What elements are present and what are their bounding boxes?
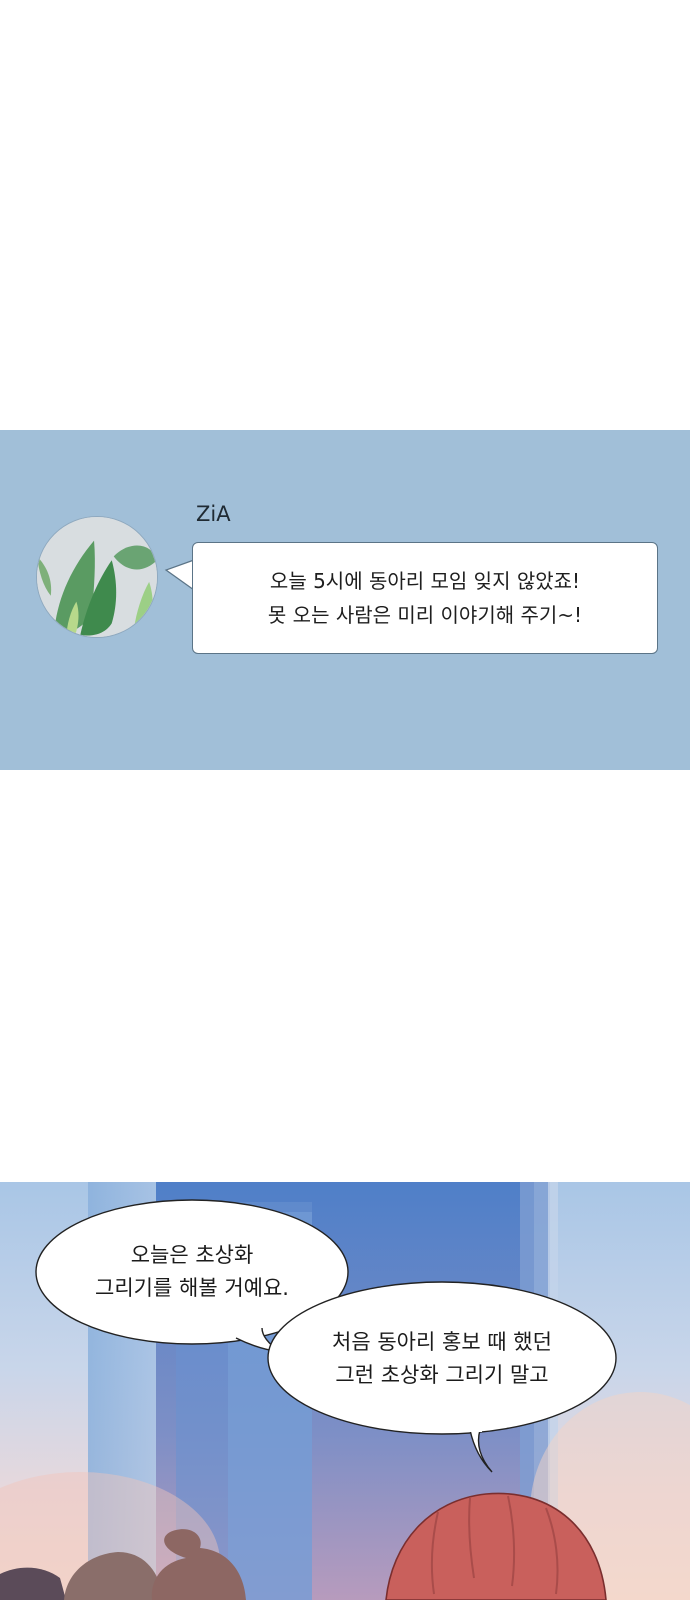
- chat-message-line: 못 오는 사람은 미리 이야기해 주기~!: [267, 603, 583, 627]
- avatar: [36, 516, 158, 638]
- sender-name: ZiA: [196, 502, 231, 526]
- speech-line: 처음 동아리 홍보 때 했던: [332, 1330, 552, 1354]
- top-gutter: [0, 0, 690, 430]
- chat-message-line: 오늘 5시에 동아리 모임 잊지 않았죠!: [269, 569, 581, 593]
- speech-line: 오늘은 초상화: [130, 1243, 254, 1267]
- speech-line: 그런 초상화 그리기 말고: [335, 1363, 549, 1387]
- middle-gutter: [0, 770, 690, 1182]
- chat-message-bubble: 오늘 5시에 동아리 모임 잊지 않았죠! 못 오는 사람은 미리 이야기해 주…: [192, 542, 658, 654]
- scene-panel: 오늘은 초상화 그리기를 해볼 거예요. 처음 동아리 홍보 때 했던 그런 초…: [0, 1182, 690, 1600]
- plant-leaf-icon: [37, 517, 157, 637]
- speech-line: 그리기를 해볼 거예요.: [95, 1276, 289, 1300]
- speech-bubble-2: 처음 동아리 홍보 때 했던 그런 초상화 그리기 말고: [268, 1284, 616, 1434]
- chat-panel: ZiA 오늘 5시에 동아리 모임 잊지 않았죠! 못 오는 사람은 미리 이야…: [0, 430, 690, 770]
